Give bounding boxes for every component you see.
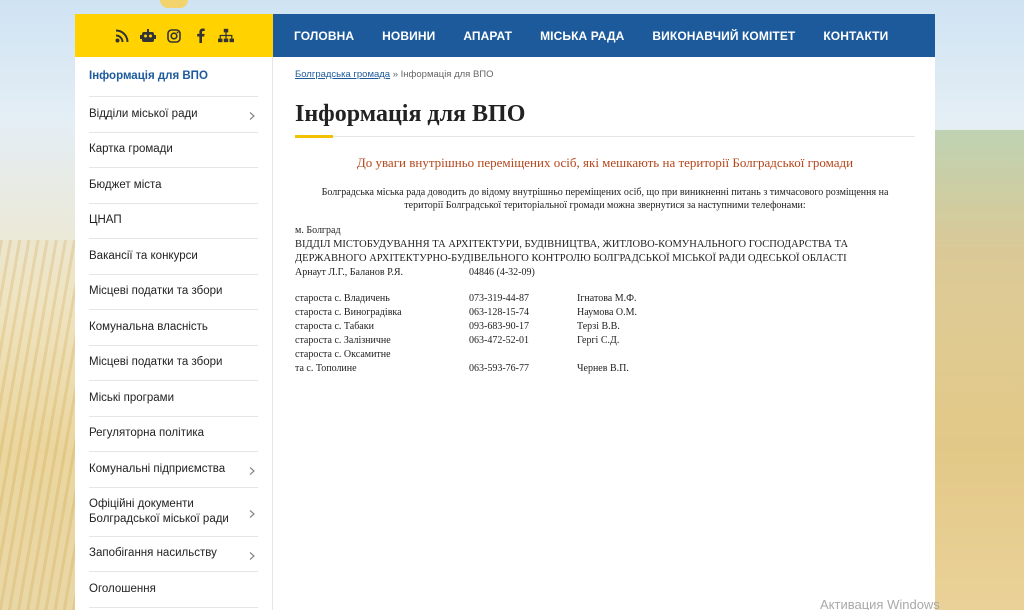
site-logo[interactable] xyxy=(160,0,188,8)
sidebar-item[interactable]: Міські програми xyxy=(89,381,258,417)
instagram-icon[interactable] xyxy=(166,28,182,44)
title-accent-bar xyxy=(295,135,333,138)
sidebar-item[interactable]: ЦНАП xyxy=(89,204,258,239)
sidebar-item[interactable]: Місцеві податки та збори xyxy=(89,346,258,381)
starosta-name: Ігнатова М.Ф. xyxy=(577,293,637,304)
sidebar-item-label: Картка громади xyxy=(89,143,173,156)
starosty-list: староста с. Владичень 073-319-44-87 Ігнато… xyxy=(295,292,915,376)
breadcrumb-separator: » xyxy=(392,69,399,80)
starosta-place: староста с. Табаки xyxy=(295,321,374,332)
sidebar-item-label: Комунальна власність xyxy=(89,320,208,333)
nav-executive-committee[interactable]: ВИКОНАВЧИЙ КОМІТЕТ xyxy=(652,29,795,43)
sitemap-icon[interactable] xyxy=(218,28,234,44)
starosta-row: староста с. Владичень 073-319-44-87 Ігнато… xyxy=(295,292,915,306)
chevron-right-icon[interactable] xyxy=(248,465,256,476)
chevron-right-icon[interactable] xyxy=(248,110,256,121)
main-content: Болградська громада » Інформація для ВПО… xyxy=(295,57,915,376)
nav-contacts[interactable]: КОНТАКТИ xyxy=(823,29,888,43)
sidebar-item-label: ЦНАП xyxy=(89,214,122,227)
facebook-icon[interactable] xyxy=(192,28,208,44)
sidebar-item[interactable]: Комунальна власність xyxy=(89,310,258,346)
sidebar-item[interactable]: Оголошення xyxy=(89,572,258,608)
sidebar-item-label: Бюджет міста xyxy=(89,178,162,191)
sidebar-item-label: Регуляторна політика xyxy=(89,427,205,440)
nav-home[interactable]: ГОЛОВНА xyxy=(294,29,354,43)
starosta-row: староста с. Виноградівка 063-128-15-74 Нау… xyxy=(295,306,915,320)
sidebar-item-label: Вакансії та конкурси xyxy=(89,249,198,262)
sidebar-item-label: Місцеві податки та збори xyxy=(89,356,223,369)
starosta-name: Наумова О.М. xyxy=(577,307,637,318)
background-field-right xyxy=(934,130,1024,610)
sidebar-item[interactable]: Вакансії та конкурси xyxy=(89,239,258,275)
sidebar-item-label: Відділи міської ради xyxy=(89,107,198,120)
sidebar-item[interactable]: Інформація для ВПО xyxy=(89,57,258,97)
starosta-row: староста с. Табаки 093-683-90-17 Терзі В.В… xyxy=(295,320,915,334)
sidebar-item-label: Місцеві податки та збори xyxy=(89,285,223,298)
sidebar-item[interactable]: Місцеві податки та збори xyxy=(89,275,258,310)
starosta-place: староста с. Виноградівка xyxy=(295,307,402,318)
starosta-place: староста с. Оксамитне xyxy=(295,349,391,360)
nav-apparatus[interactable]: АПАРАТ xyxy=(463,29,512,43)
page-title: Інформація для ВПО xyxy=(295,101,915,137)
starosta-phone: 063-472-52-01 xyxy=(469,335,529,346)
rss-icon[interactable] xyxy=(114,28,130,44)
starosta-place: староста с. Залізничне xyxy=(295,335,391,346)
starosta-phone: 093-683-90-17 xyxy=(469,321,529,332)
starosta-name: Чернев В.П. xyxy=(577,363,629,374)
starosta-place: та с. Тополине xyxy=(295,363,357,374)
starosta-phone xyxy=(469,348,577,362)
sidebar-item-label: Інформація для ВПО xyxy=(89,70,208,82)
notice-heading: До уваги внутрішньо переміщених осіб, як… xyxy=(356,155,854,170)
department-name: ВІДДІЛ МІСТОБУДУВАННЯ ТА АРХІТЕКТУРИ, БУ… xyxy=(295,239,849,264)
department-contact-phone: 04846 (4-32-09) xyxy=(469,267,535,278)
sidebar-item[interactable]: Картка громади xyxy=(89,133,258,168)
sidebar-item-label: Оголошення xyxy=(89,582,156,595)
starosta-phone: 063-593-76-77 xyxy=(469,363,529,374)
contacts-block: м. Болград ВІДДІЛ МІСТОБУДУВАННЯ ТА АРХІ… xyxy=(295,224,915,376)
sidebar-item[interactable]: Запобігання насильству xyxy=(89,537,258,572)
breadcrumb-home-link[interactable]: Болградська громада xyxy=(295,69,390,80)
department-contact-names: Арнаут Л.Г., Баланов Р.Я. xyxy=(295,267,404,278)
city-label: м. Болград xyxy=(295,225,341,236)
sidebar-item-label: Запобігання насильству xyxy=(89,547,217,560)
intro-paragraph: Болградська міська рада доводить до відо… xyxy=(321,187,889,211)
sidebar-item[interactable]: Відділи міської ради xyxy=(89,97,258,133)
social-links xyxy=(75,14,273,57)
sidebar-item-label: Офіційні документи Болградської міської … xyxy=(89,497,229,525)
breadcrumb: Болградська громада » Інформація для ВПО xyxy=(295,69,915,80)
starosta-place: староста с. Владичень xyxy=(295,293,390,304)
starosta-name: Гергі С.Д. xyxy=(577,335,620,346)
sidebar-item[interactable]: Регуляторна політика xyxy=(89,417,258,452)
chevron-right-icon[interactable] xyxy=(248,508,256,518)
starosta-row: та с. Тополине 063-593-76-77 Чернев В.П. xyxy=(295,362,915,376)
background-field-left xyxy=(0,240,75,610)
starosta-row: староста с. Залізничне 063-472-52-01 Гергі… xyxy=(295,334,915,348)
sidebar-menu: Інформація для ВПО Відділи міської ради Ка… xyxy=(75,57,273,610)
sidebar-item[interactable]: Бюджет міста xyxy=(89,168,258,204)
top-bar: ГОЛОВНА НОВИНИ АПАРАТ МІСЬКА РАДА ВИКОНА… xyxy=(75,14,935,57)
nav-city-council[interactable]: МІСЬКА РАДА xyxy=(540,29,624,43)
chevron-right-icon[interactable] xyxy=(248,550,256,560)
robot-icon[interactable] xyxy=(140,28,156,44)
windows-activation-watermark: Активация Windows xyxy=(820,597,940,610)
sidebar-item[interactable]: Офіційні документи Болградської міської … xyxy=(89,488,258,537)
breadcrumb-current: Інформація для ВПО xyxy=(400,69,494,80)
sidebar-item[interactable]: Комунальні підприємства xyxy=(89,452,258,488)
department-contact-row: Арнаут Л.Г., Баланов Р.Я. 04846 (4-32-09… xyxy=(295,266,915,280)
sidebar-item-label: Міські програми xyxy=(89,391,174,404)
nav-news[interactable]: НОВИНИ xyxy=(382,29,435,43)
sidebar-item-label: Комунальні підприємства xyxy=(89,462,226,475)
starosta-row: староста с. Оксамитне xyxy=(295,348,915,362)
page-container: ГОЛОВНА НОВИНИ АПАРАТ МІСЬКА РАДА ВИКОНА… xyxy=(75,14,935,610)
main-nav: ГОЛОВНА НОВИНИ АПАРАТ МІСЬКА РАДА ВИКОНА… xyxy=(273,14,935,57)
starosta-name: Терзі В.В. xyxy=(577,321,620,332)
starosta-phone: 073-319-44-87 xyxy=(469,293,529,304)
starosta-phone: 063-128-15-74 xyxy=(469,307,529,318)
